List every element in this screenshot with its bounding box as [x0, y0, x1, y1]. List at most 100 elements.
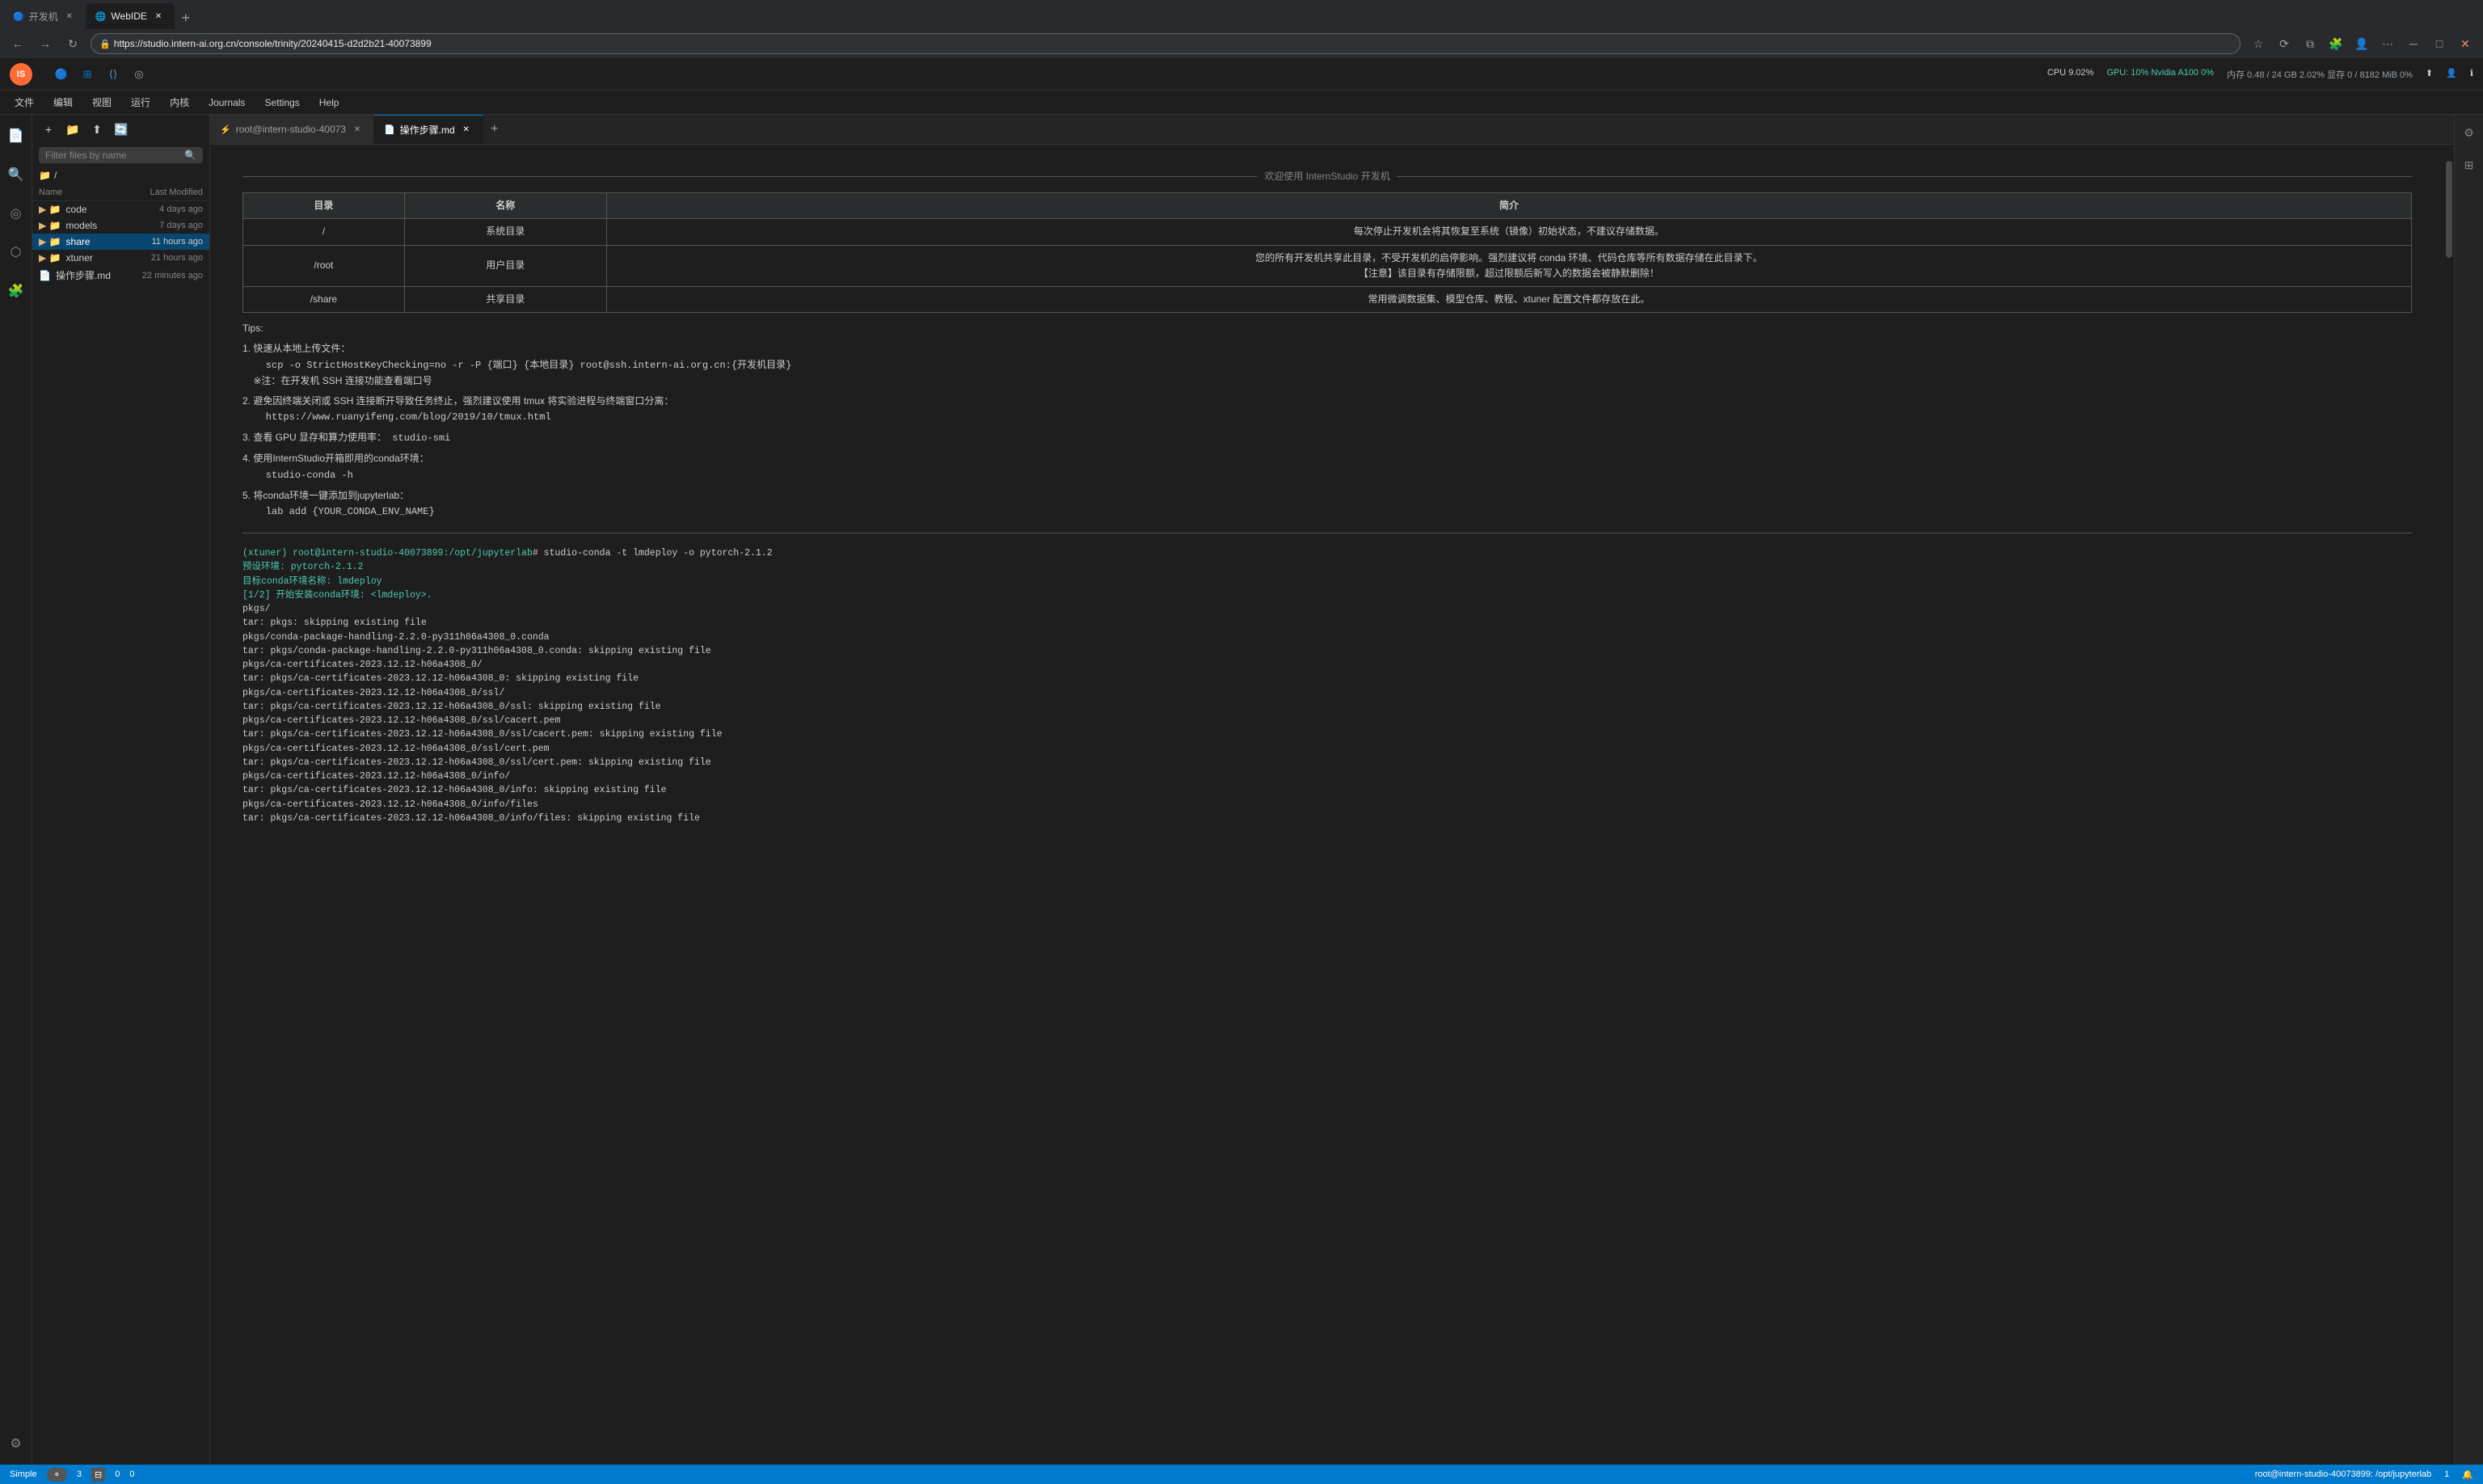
file-item-name: 操作步骤.md: [56, 268, 137, 282]
toolbar-icon-3[interactable]: ⟨⟩: [103, 65, 123, 84]
minimize-button[interactable]: ─: [2402, 32, 2425, 55]
toolbar-action-1[interactable]: ⬆: [2426, 68, 2433, 81]
file-item-date: 22 minutes ago: [142, 271, 203, 280]
terminal-tab-close[interactable]: ✕: [351, 123, 364, 136]
menu-help[interactable]: Help: [311, 94, 348, 112]
right-icon-gear[interactable]: ⚙: [2458, 121, 2481, 144]
tips-title: Tips:: [242, 321, 2412, 336]
right-icon-settings[interactable]: ⊞: [2458, 154, 2481, 176]
activity-files[interactable]: 📄: [2, 121, 31, 150]
activity-debug[interactable]: ⬡: [2, 238, 31, 267]
file-item-date: 21 hours ago: [151, 253, 203, 263]
file-list-item[interactable]: 📄操作步骤.md22 minutes ago: [32, 266, 209, 285]
file-item-icon: ▶ 📁: [39, 236, 61, 247]
toolbar-action-3[interactable]: ℹ: [2470, 68, 2473, 81]
menu-file[interactable]: 文件: [6, 92, 42, 112]
activity-git[interactable]: ◎: [2, 199, 31, 228]
terminal-command: studio-conda -t lmdeploy -o pytorch-2.1.…: [544, 548, 773, 559]
bookmarks-button[interactable]: ☆: [2247, 32, 2270, 55]
table-row: / 系统目录 每次停止开发机会将其恢复至系统（镜像）初始状态，不建议存储数据。: [243, 219, 2412, 245]
table-cell: 用户目录: [404, 245, 606, 286]
forward-button[interactable]: →: [34, 32, 57, 55]
toolbar-icon-1[interactable]: 🔵: [52, 65, 71, 84]
browser-nav-controls: ← → ↻: [6, 32, 84, 55]
webide-tab-label: WebIDE: [111, 11, 146, 22]
root-path-text: /: [54, 170, 57, 181]
file-item-icon: ▶ 📁: [39, 204, 61, 215]
tip-3-text: 3. 查看 GPU 显存和算力使用率：: [242, 432, 386, 443]
status-enc: 0: [129, 1469, 134, 1479]
toolbar-icon-4[interactable]: ◎: [129, 65, 149, 84]
new-file-button[interactable]: +: [39, 120, 58, 139]
status-bell-icon[interactable]: 🔔: [2462, 1469, 2473, 1480]
menu-journals[interactable]: Journals: [200, 94, 253, 112]
activity-search[interactable]: 🔍: [2, 160, 31, 189]
menu-settings[interactable]: Settings: [256, 94, 307, 112]
md-tab-icon: 📄: [384, 124, 395, 135]
menu-kernel[interactable]: 内核: [162, 92, 197, 112]
address-bar[interactable]: 🔒 https://studio.intern-ai.org.cn/consol…: [91, 33, 2241, 54]
table-cell: 您的所有开发机共享此目录，不受开发机的启停影响。强烈建议将 conda 环境、代…: [606, 245, 2411, 286]
refresh-button[interactable]: 🔄: [112, 120, 131, 139]
activity-extensions[interactable]: 🧩: [2, 276, 31, 306]
file-list-item[interactable]: ▶ 📁models7 days ago: [32, 217, 209, 234]
table-cell: 常用微调数据集、模型仓库、教程、xtuner 配置文件都存放在此。: [606, 286, 2411, 312]
filter-search-icon: 🔍: [184, 150, 196, 161]
menu-view[interactable]: 视图: [84, 92, 120, 112]
terminal-output-16: pkgs/ca-certificates-2023.12.12-h06a4308…: [242, 769, 2412, 783]
menu-run[interactable]: 运行: [123, 92, 158, 112]
editor-scrollbar-thumb[interactable]: [2446, 161, 2452, 258]
status-line-col: 3: [77, 1469, 82, 1479]
back-button[interactable]: ←: [6, 32, 29, 55]
new-tab-button[interactable]: +: [175, 6, 197, 29]
filter-input[interactable]: [45, 150, 179, 161]
file-list-item[interactable]: ▶ 📁xtuner21 hours ago: [32, 250, 209, 266]
terminal-output-18: pkgs/ca-certificates-2023.12.12-h06a4308…: [242, 798, 2412, 812]
toolbar-icon-git[interactable]: ⊞: [78, 65, 97, 84]
editor-tab-terminal[interactable]: ⚡ root@intern-studio-40073 ✕: [210, 115, 374, 144]
menu-edit[interactable]: 编辑: [45, 92, 81, 112]
tip-5-text: 5. 将conda环境一键添加到jupyterlab：: [242, 490, 409, 501]
table-header-desc: 简介: [606, 193, 2411, 219]
column-modified-label: Last Modified: [150, 188, 203, 197]
profile-button[interactable]: 👤: [2350, 32, 2373, 55]
editor-content: 欢迎使用 InternStudio 开发机 目录 名称 简介: [210, 145, 2444, 841]
terminal-output-4: pkgs/: [242, 602, 2412, 616]
more-button[interactable]: ⋯: [2376, 32, 2399, 55]
add-tab-button[interactable]: +: [483, 115, 506, 144]
upload-button[interactable]: ⬆: [87, 120, 107, 139]
reload-button[interactable]: ↻: [61, 32, 84, 55]
browser-chrome: 🔵 开发机 ✕ 🌐 WebIDE ✕ + ← → ↻ 🔒 https://stu…: [0, 0, 2483, 58]
history-button[interactable]: ⟳: [2273, 32, 2295, 55]
split-view-button[interactable]: ⧉: [2299, 32, 2321, 55]
close-button[interactable]: ✕: [2454, 32, 2477, 55]
file-item-date: 11 hours ago: [152, 237, 203, 247]
webide-tab-close[interactable]: ✕: [152, 10, 165, 23]
extensions-button[interactable]: 🧩: [2325, 32, 2347, 55]
terminal-hash: #: [533, 548, 544, 559]
file-item-name: share: [66, 236, 147, 247]
table-cell: /: [243, 219, 405, 245]
editor-tab-md[interactable]: 📄 操作步骤.md ✕: [374, 115, 483, 144]
file-item-name: code: [66, 204, 155, 215]
table-cell: 共享目录: [404, 286, 606, 312]
md-tab-close[interactable]: ✕: [460, 124, 473, 137]
root-folder-icon: 📁: [39, 170, 51, 181]
table-header-name: 名称: [404, 193, 606, 219]
devmachine-tab-close[interactable]: ✕: [63, 10, 76, 23]
editor-scrollbar[interactable]: [2444, 145, 2454, 1465]
maximize-button[interactable]: □: [2428, 32, 2451, 55]
toolbar-action-2[interactable]: 👤: [2446, 68, 2457, 81]
file-list-item[interactable]: ▶ 📁code4 days ago: [32, 201, 209, 217]
tip-4-code: studio-conda -h: [242, 470, 353, 481]
browser-tab-devmachine[interactable]: 🔵 开发机 ✕: [3, 3, 86, 29]
new-folder-button[interactable]: 📁: [63, 120, 82, 139]
editor-scroll-content[interactable]: 欢迎使用 InternStudio 开发机 目录 名称 简介: [210, 145, 2444, 1465]
status-mode-toggle[interactable]: ⚬: [47, 1468, 67, 1482]
info-table: 目录 名称 简介 / 系统目录 每次停止开发机会将其恢复至系统（镜像）初始状态，…: [242, 192, 2412, 313]
terminal-tab-label: root@intern-studio-40073: [236, 124, 346, 135]
browser-tab-bar: 🔵 开发机 ✕ 🌐 WebIDE ✕ +: [0, 0, 2483, 29]
browser-tab-webide[interactable]: 🌐 WebIDE ✕: [86, 3, 175, 29]
activity-settings[interactable]: ⚙: [2, 1429, 31, 1458]
file-list-item[interactable]: ▶ 📁 share 11 hours ago: [32, 234, 209, 250]
